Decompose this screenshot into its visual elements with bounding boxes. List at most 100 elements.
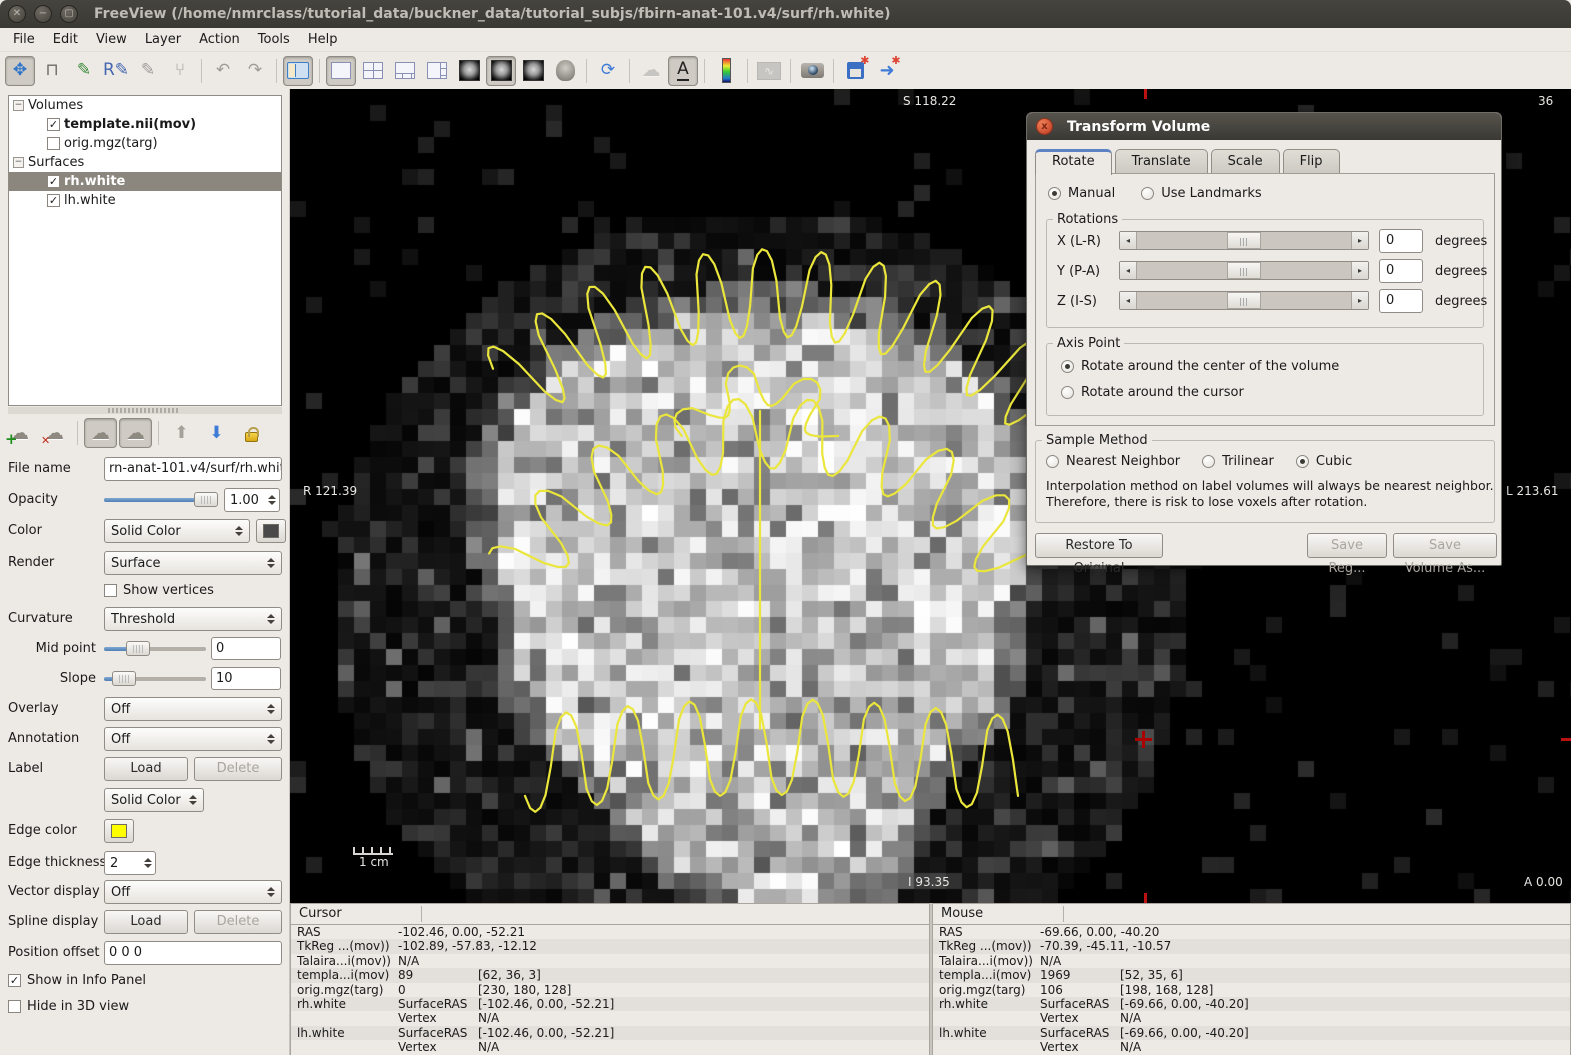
tree-group-volumes[interactable]: −Volumes [9, 96, 281, 115]
edge-thickness-spinbox[interactable]: 2 [104, 851, 156, 875]
path-edit-tool[interactable]: ⑂ [165, 56, 195, 86]
menu-action[interactable]: Action [190, 30, 249, 49]
toggle-control-panel[interactable] [283, 56, 313, 86]
render-combo[interactable]: Surface [104, 551, 282, 575]
sample-cubic-radio[interactable]: Cubic [1296, 454, 1352, 469]
slider-right-arrow-icon[interactable]: ▸ [1351, 292, 1368, 309]
view-sagittal[interactable] [454, 56, 484, 86]
cursor-panel-header[interactable]: Cursor [291, 904, 929, 925]
manual-radio[interactable]: Manual [1048, 186, 1115, 201]
tab-flip[interactable]: Flip [1283, 149, 1340, 175]
roi-edit-tool[interactable]: R✎ [101, 56, 131, 86]
view-3d[interactable] [550, 56, 580, 86]
rotate-center-radio[interactable]: Rotate around the center of the volume [1061, 359, 1483, 374]
degrees-field[interactable]: 0 [1379, 289, 1423, 313]
window-minimize-icon[interactable]: − [34, 5, 52, 23]
tree-item-rh-white[interactable]: ✓rh.white [9, 172, 281, 191]
sample-trilinear-radio[interactable]: Trilinear [1202, 454, 1274, 469]
undo-button[interactable]: ↶ [208, 56, 238, 86]
layer-visibility-checkbox[interactable]: ✓ [47, 118, 60, 131]
tab-translate[interactable]: Translate [1115, 149, 1208, 175]
navigate-tool[interactable]: ✥ [5, 56, 35, 86]
layer-tree[interactable]: −Volumes✓template.nii(mov)orig.mgz(targ)… [8, 95, 282, 406]
redo-button[interactable]: ↷ [240, 56, 270, 86]
file-name-field[interactable]: rn-anat-101.v4/surf/rh.white [104, 457, 282, 481]
window-close-icon[interactable]: ✕ [8, 5, 26, 23]
add-surface[interactable]: ☁ [3, 418, 36, 448]
annotation-combo[interactable]: Off [104, 727, 282, 751]
move-layer-down[interactable]: ⬇ [200, 418, 233, 448]
sample-nearest-neighbor-radio[interactable]: Nearest Neighbor [1046, 454, 1180, 469]
rotation-slider-y-p-a[interactable]: ◂▸ [1119, 261, 1369, 280]
restore-to-original-button[interactable]: Restore To Original [1035, 533, 1163, 558]
slider-thumb[interactable] [1227, 262, 1261, 279]
show-surface-2d-toggle[interactable]: ☁ [84, 418, 117, 448]
label-color-combo[interactable]: Solid Color [104, 788, 204, 812]
layout-1-and-3[interactable] [390, 56, 420, 86]
menu-layer[interactable]: Layer [136, 30, 190, 49]
window-maximize-icon[interactable]: ▢ [60, 5, 78, 23]
point-set-edit-tool[interactable]: ✎ [133, 56, 163, 86]
curvature-combo[interactable]: Threshold [104, 607, 282, 631]
slider-right-arrow-icon[interactable]: ▸ [1351, 262, 1368, 279]
dialog-titlebar[interactable]: x Transform Volume [1027, 113, 1501, 140]
slider-right-arrow-icon[interactable]: ▸ [1351, 232, 1368, 249]
rotation-slider-x-l-r[interactable]: ◂▸ [1119, 231, 1369, 250]
edge-color-swatch[interactable] [104, 819, 134, 843]
slider-left-arrow-icon[interactable]: ◂ [1120, 232, 1137, 249]
opacity-spinbox[interactable]: 1.00 [224, 488, 280, 512]
show-surface-3d-toggle[interactable]: ☁ [119, 418, 152, 448]
save-volume-as-button[interactable]: Save Volume As... [1393, 533, 1497, 558]
tree-item-template-nii-mov[interactable]: ✓template.nii(mov) [9, 115, 281, 134]
layer-visibility-checkbox[interactable]: ✓ [47, 194, 60, 207]
goto-point-star[interactable]: ➜ [872, 56, 902, 86]
layer-visibility-checkbox[interactable]: ✓ [47, 175, 60, 188]
overlay-combo[interactable]: Off [104, 697, 282, 721]
spin-arrows-icon[interactable] [268, 495, 276, 505]
tree-item-lh-white[interactable]: ✓lh.white [9, 191, 281, 210]
show-surfaces[interactable]: ☁ [636, 56, 666, 86]
slider-left-arrow-icon[interactable]: ◂ [1120, 262, 1137, 279]
show-in-info-panel-checkbox[interactable]: ✓ Show in Info Panel [8, 973, 146, 988]
spline-load-button[interactable]: Load [104, 910, 188, 934]
voxel-edit-tool[interactable]: ✎ [69, 56, 99, 86]
collapse-icon[interactable]: − [13, 100, 24, 111]
layout-1x1[interactable] [326, 56, 356, 86]
slider-thumb[interactable] [1227, 232, 1261, 249]
surface-color-swatch[interactable] [256, 519, 286, 543]
mouse-panel-header[interactable]: Mouse [933, 904, 1570, 925]
menu-file[interactable]: File [4, 30, 44, 49]
layout-2x2[interactable] [358, 56, 388, 86]
show-annotation-labels[interactable]: A [668, 56, 698, 86]
hide-in-3d-checkbox[interactable]: Hide in 3D view [8, 999, 129, 1014]
position-offset-field[interactable]: 0 0 0 [104, 941, 282, 965]
view-axial[interactable] [518, 56, 548, 86]
slider-thumb[interactable] [1227, 292, 1261, 309]
layout-1-and-3-side[interactable] [422, 56, 452, 86]
slider-left-arrow-icon[interactable]: ◂ [1120, 292, 1137, 309]
use-landmarks-radio[interactable]: Use Landmarks [1141, 186, 1261, 201]
menu-help[interactable]: Help [299, 30, 347, 49]
tree-item-orig-mgz-targ[interactable]: orig.mgz(targ) [9, 134, 281, 153]
time-course[interactable]: ∿ [754, 56, 784, 86]
degrees-field[interactable]: 0 [1379, 259, 1423, 283]
layer-visibility-checkbox[interactable] [47, 137, 60, 150]
slope-field[interactable]: 10 [211, 667, 281, 690]
screenshot-camera[interactable] [797, 56, 827, 86]
menu-view[interactable]: View [87, 30, 136, 49]
reset-view[interactable]: ⟳ [593, 56, 623, 86]
view-coronal[interactable] [486, 56, 516, 86]
spline-delete-button[interactable]: Delete [194, 910, 282, 934]
color-combo[interactable]: Solid Color [104, 519, 250, 543]
mid-point-slider[interactable] [104, 637, 206, 661]
dialog-close-icon[interactable]: x [1036, 118, 1053, 135]
move-layer-up[interactable]: ⬆ [165, 418, 198, 448]
opacity-slider[interactable] [104, 488, 218, 512]
measure-tool[interactable]: ⊓ [37, 56, 67, 86]
menu-edit[interactable]: Edit [44, 30, 87, 49]
save-reg-button[interactable]: Save Reg... [1307, 533, 1387, 558]
label-load-button[interactable]: Load [104, 757, 188, 781]
collapse-icon[interactable]: − [13, 157, 24, 168]
label-delete-button[interactable]: Delete [194, 757, 282, 781]
menu-tools[interactable]: Tools [249, 30, 299, 49]
